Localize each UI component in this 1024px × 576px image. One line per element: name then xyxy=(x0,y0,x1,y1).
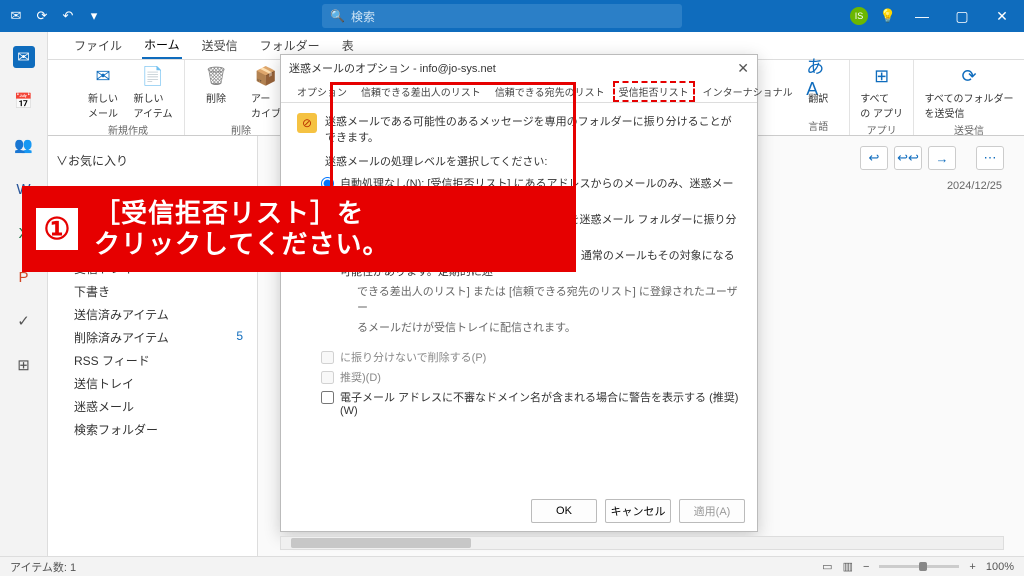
favorites-header[interactable]: ∨お気に入り xyxy=(56,152,249,169)
tab-home[interactable]: ホーム xyxy=(142,32,182,59)
send-receive-all-button[interactable]: ⟳ すべてのフォルダー を送受信 xyxy=(924,64,1014,120)
maximize-button[interactable]: ▢ xyxy=(948,8,976,25)
status-item-count: アイテム数: 1 xyxy=(10,559,76,575)
lightbulb-icon[interactable]: 💡 xyxy=(880,8,896,24)
people-rail-icon[interactable]: 👥 xyxy=(13,134,35,156)
new-mail-button[interactable]: ✉ 新しい メール xyxy=(82,64,124,120)
folder-deleted[interactable]: 削除済みアイテム5 xyxy=(56,326,249,349)
view-normal-icon[interactable]: ▭ xyxy=(822,560,832,573)
calendar-rail-icon[interactable]: 📅 xyxy=(13,90,35,112)
avatar[interactable]: IS xyxy=(850,7,868,25)
apply-button[interactable]: 適用(A) xyxy=(679,499,745,523)
ribbon-group-sendreceive: ⟳ すべてのフォルダー を送受信 送受信 xyxy=(914,60,1024,135)
zoom-slider[interactable] xyxy=(879,565,959,568)
sync-icon[interactable]: ⟳ xyxy=(34,8,50,24)
translate-button[interactable]: あA 翻訳 xyxy=(797,64,839,105)
folder-drafts[interactable]: 下書き xyxy=(56,280,249,303)
zoom-in-button[interactable]: + xyxy=(969,561,975,573)
mail-rail-icon[interactable]: ✉ xyxy=(13,46,35,68)
ribbon-group-new: ✉ 新しい メール 📄 新しい アイテム 新規作成 xyxy=(72,60,185,135)
dialog-footer: OK キャンセル 適用(A) xyxy=(531,499,745,523)
folder-junk[interactable]: 迷惑メール xyxy=(56,395,249,418)
search-placeholder: 検索 xyxy=(351,8,375,25)
more-rail-icon[interactable]: ⊞ xyxy=(13,354,35,376)
forward-button[interactable]: → xyxy=(928,146,956,170)
checkbox-domain[interactable] xyxy=(321,391,334,404)
title-bar-right: IS 💡 ― ▢ ✕ xyxy=(850,7,1016,25)
instruction-overlay: ① ［受信拒否リスト］を クリックしてください。 xyxy=(22,186,576,272)
tab-sendreceive[interactable]: 送受信 xyxy=(200,33,240,58)
check-delete[interactable]: に振り分けないで削除する(P) xyxy=(321,349,741,365)
undo-icon[interactable]: ↶ xyxy=(60,8,76,24)
apps-icon: ⊞ xyxy=(870,64,894,88)
more-actions-button[interactable]: ⋯ xyxy=(976,146,1004,170)
ribbon-group-apps: ⊞ すべて の アプリ アプリ xyxy=(850,60,914,135)
minimize-button[interactable]: ― xyxy=(908,8,936,24)
dialog-tab-international[interactable]: インターナショナル xyxy=(697,81,799,102)
tab-file[interactable]: ファイル xyxy=(72,33,124,58)
message-action-buttons: ↩ ↩↩ → ⋯ xyxy=(860,146,1004,170)
junk-shield-icon: ⊘ xyxy=(297,113,317,133)
title-bar: ✉ ⟳ ↶ ▾ 🔍 検索 IS 💡 ― ▢ ✕ xyxy=(0,0,1024,32)
dialog-tab-safesenders[interactable]: 信頼できる差出人のリスト xyxy=(355,81,487,102)
search-input[interactable]: 🔍 検索 xyxy=(322,4,682,28)
send-receive-icon: ⟳ xyxy=(957,64,981,88)
dialog-titlebar: 迷惑メールのオプション - info@jo-sys.net ✕ xyxy=(281,55,757,81)
message-date: 2024/12/25 xyxy=(947,180,1002,192)
all-apps-button[interactable]: ⊞ すべて の アプリ xyxy=(860,64,903,120)
archive-icon: 📦 xyxy=(254,64,278,88)
dropdown-icon[interactable]: ▾ xyxy=(86,8,102,24)
close-button[interactable]: ✕ xyxy=(988,8,1016,25)
scrollbar-thumb[interactable] xyxy=(291,538,471,548)
translate-icon: あA xyxy=(806,64,830,88)
checkbox-links[interactable] xyxy=(321,371,334,384)
folder-outbox[interactable]: 送信トレイ xyxy=(56,372,249,395)
folder-sent[interactable]: 送信済みアイテム xyxy=(56,303,249,326)
cancel-button[interactable]: キャンセル xyxy=(605,499,671,523)
zoom-percent: 100% xyxy=(986,561,1014,573)
dialog-tab-saferecipients[interactable]: 信頼できる宛先のリスト xyxy=(489,81,611,102)
new-mail-icon: ✉ xyxy=(91,64,115,88)
new-item-button[interactable]: 📄 新しい アイテム xyxy=(132,64,174,120)
option-safe-cut: できる差出人のリスト] または [信頼できる宛先のリスト] に登録されたユーザー xyxy=(357,283,741,315)
outlook-icon: ✉ xyxy=(8,8,24,24)
app-rail: ✉ 📅 👥 W X P ✓ ⊞ xyxy=(0,32,48,556)
dialog-intro: 迷惑メールである可能性のあるメッセージを専用のフォルダーに振り分けることができま… xyxy=(325,113,741,145)
junk-mail-options-dialog: 迷惑メールのオプション - info@jo-sys.net ✕ オプション 信頼… xyxy=(280,54,758,532)
dialog-tab-options[interactable]: オプション xyxy=(291,81,353,102)
todo-rail-icon[interactable]: ✓ xyxy=(13,310,35,332)
dialog-tabs: オプション 信頼できる差出人のリスト 信頼できる宛先のリスト 受信拒否リスト イ… xyxy=(281,81,757,103)
status-bar: アイテム数: 1 ▭ ▥ − + 100% xyxy=(0,556,1024,576)
delete-icon: 🗑 xyxy=(204,64,228,88)
instruction-text: ［受信拒否リスト］を クリックしてください。 xyxy=(94,198,389,260)
option-safe-cut2: るメールだけが受信トレイに配信されます。 xyxy=(357,319,741,335)
instruction-number: ① xyxy=(36,208,78,250)
checkbox-delete[interactable] xyxy=(321,351,334,364)
reply-all-button[interactable]: ↩↩ xyxy=(894,146,922,170)
dialog-tab-blocked[interactable]: 受信拒否リスト xyxy=(613,81,695,102)
new-item-icon: 📄 xyxy=(141,64,165,88)
view-reading-icon[interactable]: ▥ xyxy=(843,560,853,573)
title-bar-left: ✉ ⟳ ↶ ▾ xyxy=(8,8,102,24)
folder-search[interactable]: 検索フォルダー xyxy=(56,418,249,441)
dialog-title: 迷惑メールのオプション - info@jo-sys.net xyxy=(289,60,496,76)
check-links[interactable]: 推奨)(D) xyxy=(321,369,741,385)
reply-button[interactable]: ↩ xyxy=(860,146,888,170)
ok-button[interactable]: OK xyxy=(531,499,597,523)
search-icon: 🔍 xyxy=(330,9,345,23)
zoom-thumb[interactable] xyxy=(919,562,927,571)
horizontal-scrollbar[interactable] xyxy=(280,536,1004,550)
level-label: 迷惑メールの処理レベルを選択してください: xyxy=(325,153,741,169)
folder-rss[interactable]: RSS フィード xyxy=(56,349,249,372)
zoom-out-button[interactable]: − xyxy=(863,561,869,573)
delete-button[interactable]: 🗑 削除 xyxy=(195,64,237,120)
check-domain[interactable]: 電子メール アドレスに不審なドメイン名が含まれる場合に警告を表示する (推奨)(… xyxy=(321,389,741,417)
dialog-close-button[interactable]: ✕ xyxy=(737,60,749,77)
